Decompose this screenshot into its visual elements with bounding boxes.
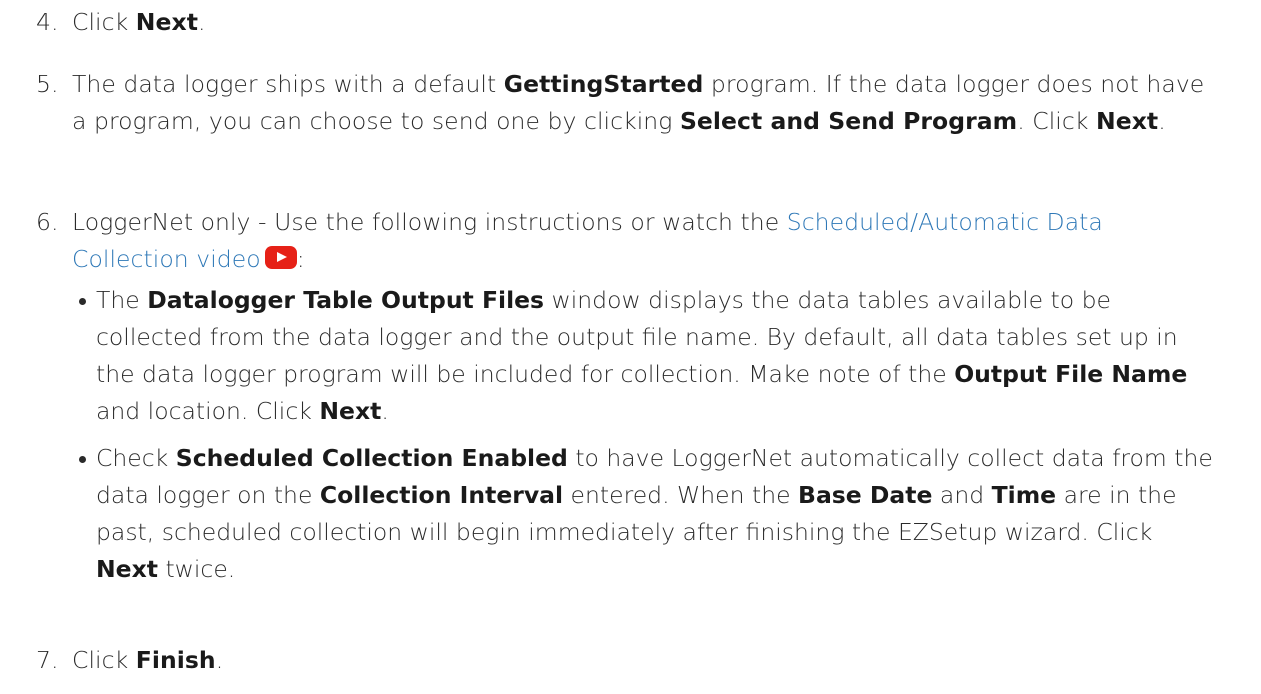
step-text: Click Finish. [72,646,224,674]
ui-term-time: Time [991,481,1057,509]
bullet-icon [79,456,86,463]
step-number: 7. [36,646,59,674]
step-number: 6. [36,208,59,236]
step-text: Click Next. [72,8,206,36]
ui-term-output-file-name: Output File Name [954,360,1188,388]
ui-term-next: Next [96,555,158,583]
bullet-text: Check Scheduled Collection Enabled to ha… [96,444,1213,583]
ui-term-next: Next [319,397,382,425]
ui-term-scheduled-collection-enabled: Scheduled Collection Enabled [175,444,568,472]
bullet-text: The Datalogger Table Output Files window… [96,286,1188,425]
youtube-play-icon[interactable] [264,246,297,269]
instructions-document: 4. Click Next. 5. The data logger ships … [0,0,1261,694]
bullet-icon [79,298,86,305]
ui-term-finish: Finish [135,646,216,674]
ui-term-collection-interval: Collection Interval [319,481,564,509]
ui-term-next: Next [1096,107,1159,135]
ui-term-gettingstarted: GettingStarted [503,70,704,98]
step-number: 4. [36,8,59,36]
ui-term-base-date: Base Date [798,481,933,509]
step-text: The data logger ships with a default Get… [72,70,1205,135]
step-text: LoggerNet only - Use the following instr… [72,208,1103,273]
ui-term-datalogger-table-output-files: Datalogger Table Output Files [147,286,545,314]
ui-term-next: Next [135,8,198,36]
ui-term-select-and-send-program: Select and Send Program [679,107,1018,135]
step-number: 5. [36,70,59,98]
